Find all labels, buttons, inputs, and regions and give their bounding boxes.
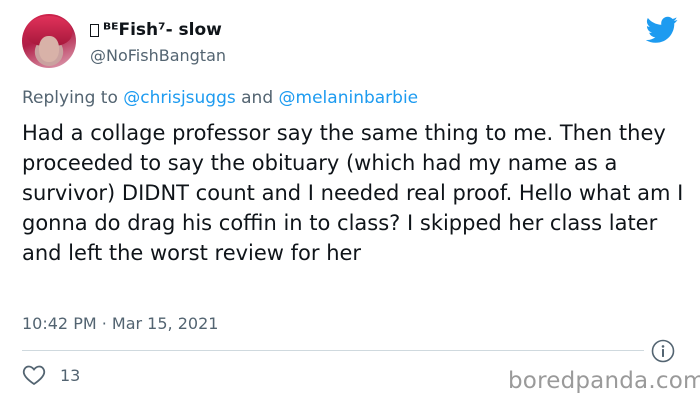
like-button[interactable]: 13 bbox=[22, 364, 80, 386]
emoji-placeholder-icon bbox=[90, 23, 99, 37]
tweet-text: Had a collage professor say the same thi… bbox=[22, 121, 684, 265]
divider bbox=[22, 350, 644, 351]
replying-conjunction: and bbox=[241, 88, 274, 108]
mention-link-1[interactable]: @chrisjsuggs bbox=[123, 88, 235, 108]
twitter-bird-icon[interactable] bbox=[646, 16, 678, 44]
display-name-text: ᴮᴱFish⁷- slow bbox=[103, 20, 222, 40]
replying-prefix: Replying to bbox=[22, 88, 118, 108]
mention-link-2[interactable]: @melaninbarbie bbox=[279, 88, 419, 108]
heart-icon[interactable] bbox=[22, 364, 46, 386]
avatar[interactable] bbox=[22, 14, 76, 68]
tweet-timestamp[interactable]: 10:42 PM · Mar 15, 2021 bbox=[22, 314, 218, 333]
author-display-name[interactable]: ᴮᴱFish⁷- slow bbox=[90, 20, 222, 40]
avatar-face bbox=[39, 36, 59, 62]
author-handle[interactable]: @NoFishBangtan bbox=[90, 46, 226, 65]
watermark: boredpanda.com bbox=[508, 368, 700, 394]
replying-to-line: Replying to @chrisjsuggs and @melaninbar… bbox=[22, 88, 418, 108]
info-icon[interactable] bbox=[651, 339, 675, 363]
like-count: 13 bbox=[60, 365, 81, 385]
